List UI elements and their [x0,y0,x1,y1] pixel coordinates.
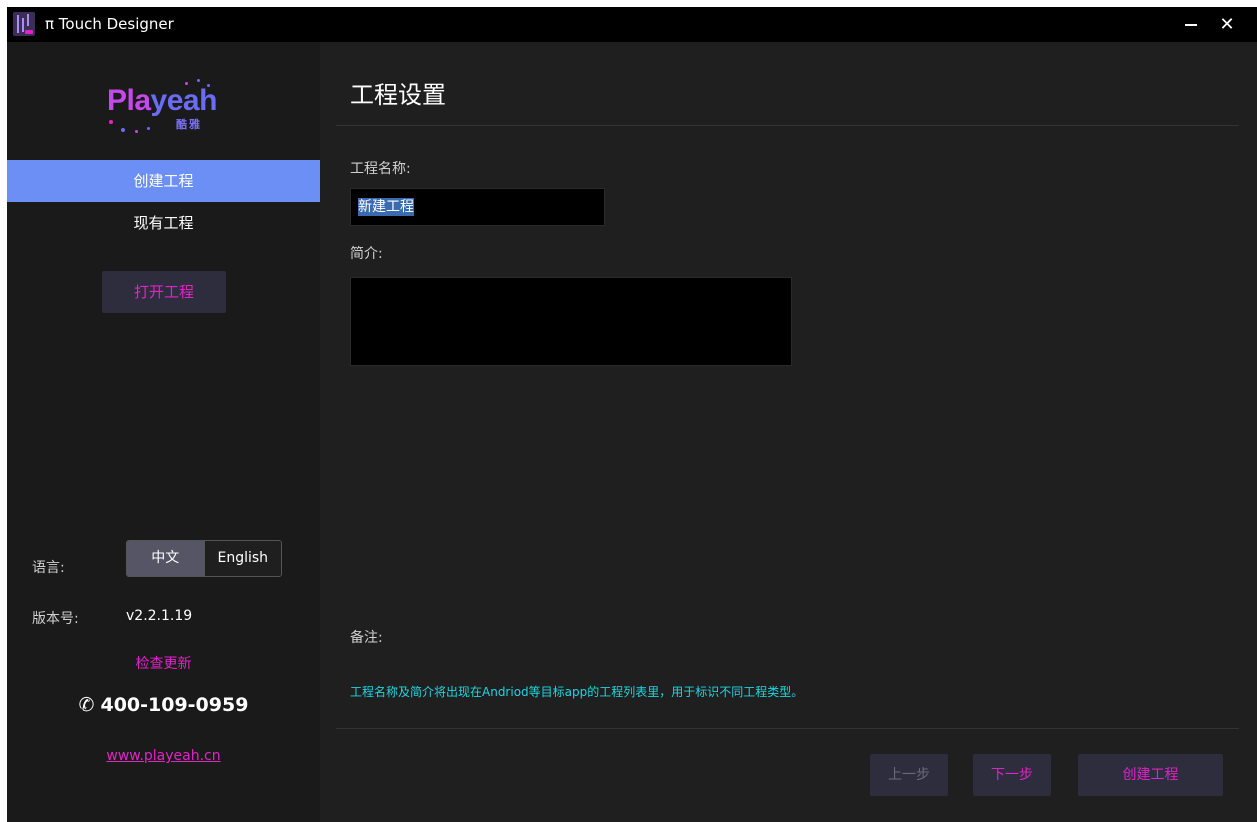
close-button[interactable]: ✕ [1209,7,1245,42]
project-settings-panel: 工程设置 工程名称: 新建工程 简介: 备注: 工程名称及简介将出现在Andri… [320,42,1257,822]
project-name-value: 新建工程 [358,198,414,216]
window-title: π Touch Designer [45,15,174,33]
language-label: 语言: [32,560,65,576]
title-divider [336,125,1239,126]
sidebar: Playeah 酷雅 创建工程 现有工程 打开工程 语言: 中文 English… [7,42,320,822]
website-link[interactable]: www.playeah.cn [7,748,320,764]
nav-existing-projects-label: 现有工程 [133,214,194,232]
next-step-button[interactable]: 下一步 [973,754,1051,796]
version-label: 版本号: [32,611,79,627]
phone-icon: ✆ [78,694,95,716]
description-textarea[interactable] [350,277,792,366]
minimize-button[interactable] [1173,7,1209,42]
minimize-icon [1185,24,1197,26]
note-label: 备注: [350,630,383,646]
version-value: v2.2.1.19 [126,608,193,624]
check-update-link[interactable]: 检查更新 [7,653,320,673]
previous-step-button[interactable]: 上一步 [870,754,948,796]
nav-create-project-label: 创建工程 [133,172,194,190]
playeah-logo: Playeah 酷雅 [107,79,227,142]
project-name-input[interactable]: 新建工程 [350,188,605,226]
support-phone: ✆ 400-109-0959 [7,694,320,716]
language-option-chinese[interactable]: 中文 [127,541,204,576]
open-project-button[interactable]: 打开工程 [102,271,226,313]
footer-divider [336,728,1239,729]
language-option-english[interactable]: English [203,541,281,576]
nav-create-project[interactable]: 创建工程 [7,160,320,202]
note-text: 工程名称及简介将出现在Andriod等目标app的工程列表里，用于标识不同工程类… [350,685,804,699]
phone-number: 400-109-0959 [100,694,249,716]
title-bar: π Touch Designer ✕ [7,7,1257,42]
app-window: π Touch Designer ✕ Playeah 酷雅 创建工程 现有工程 … [7,7,1257,822]
project-name-label: 工程名称: [350,161,411,177]
page-title: 工程设置 [350,81,446,109]
nav-existing-projects[interactable]: 现有工程 [7,202,320,244]
app-icon [13,12,35,36]
create-project-button[interactable]: 创建工程 [1078,754,1223,796]
close-icon: ✕ [1219,14,1235,35]
language-toggle: 中文 English [126,540,282,577]
description-label: 简介: [350,246,383,262]
